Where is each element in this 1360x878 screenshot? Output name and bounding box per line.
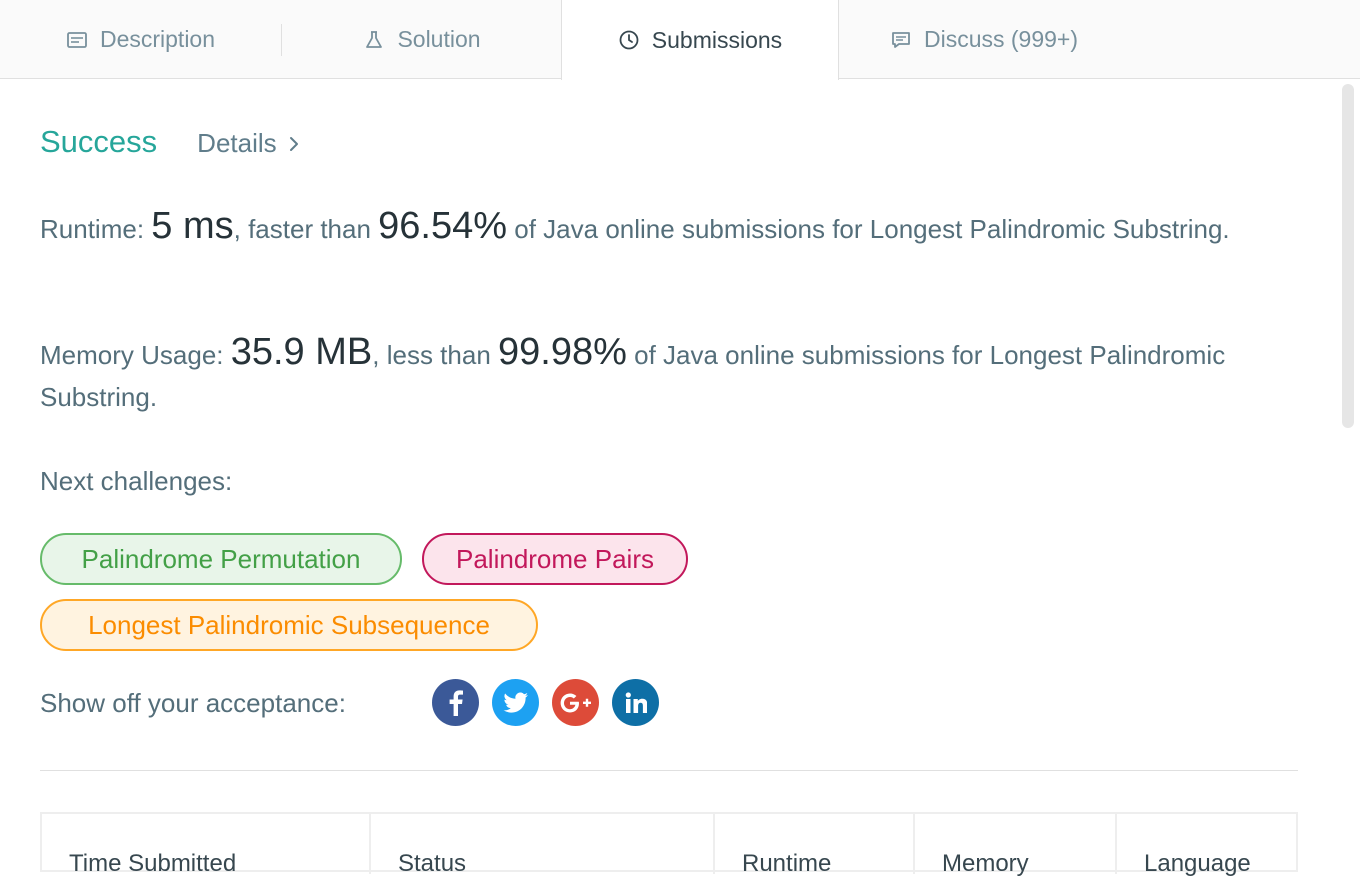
- memory-prefix: Memory Usage:: [40, 340, 231, 370]
- challenge-palindrome-permutation[interactable]: Palindrome Permutation: [40, 533, 402, 585]
- google-plus-icon[interactable]: [552, 679, 599, 726]
- clock-icon: [618, 29, 640, 51]
- submissions-table: Time Submitted Status Runtime Memory Lan…: [40, 812, 1298, 877]
- column-header-memory[interactable]: Memory: [915, 814, 1117, 877]
- divider: [40, 770, 1298, 771]
- tab-description-label: Description: [99, 26, 216, 52]
- tab-description[interactable]: Description: [0, 0, 281, 79]
- memory-percent: 99.98%: [498, 331, 627, 373]
- runtime-suffix: of Java online submissions for Longest P…: [507, 214, 1230, 244]
- linkedin-icon[interactable]: [612, 679, 659, 726]
- details-label: Details: [197, 128, 277, 158]
- twitter-icon[interactable]: [492, 679, 539, 726]
- challenge-palindrome-pairs[interactable]: Palindrome Pairs: [422, 533, 688, 585]
- memory-summary: Memory Usage: 35.9 MB, less than 99.98% …: [40, 331, 1240, 418]
- share-label: Show off your acceptance:: [40, 688, 346, 718]
- flask-icon: [363, 29, 385, 51]
- status-label: Success: [40, 124, 158, 159]
- column-header-time-submitted[interactable]: Time Submitted: [42, 814, 371, 877]
- memory-mid: , less than: [372, 340, 498, 370]
- tab-submissions-label: Submissions: [651, 26, 783, 53]
- tab-bar: Description Solution Submissions Discuss…: [0, 0, 1360, 80]
- scrollbar[interactable]: [1342, 84, 1354, 428]
- runtime-prefix: Runtime:: [40, 214, 152, 244]
- next-challenges-label: Next challenges:: [40, 466, 233, 496]
- description-icon: [66, 29, 88, 51]
- column-header-language[interactable]: Language: [1117, 814, 1298, 877]
- facebook-icon[interactable]: [432, 679, 479, 726]
- tab-solution-label: Solution: [397, 26, 481, 52]
- runtime-summary: Runtime: 5 ms, faster than 96.54% of Jav…: [40, 205, 1280, 250]
- memory-value: 35.9 MB: [230, 331, 373, 373]
- details-link[interactable]: Details: [197, 128, 298, 159]
- runtime-percent: 96.54%: [378, 205, 508, 247]
- challenge-longest-palindromic-subsequence[interactable]: Longest Palindromic Subsequence: [40, 599, 538, 651]
- column-header-runtime[interactable]: Runtime: [715, 814, 915, 877]
- tab-submissions[interactable]: Submissions: [561, 0, 839, 80]
- runtime-mid: , faster than: [233, 214, 379, 244]
- tab-discuss[interactable]: Discuss (999+): [839, 0, 1129, 79]
- comment-icon: [890, 29, 912, 51]
- runtime-value: 5 ms: [151, 205, 234, 247]
- tab-solution[interactable]: Solution: [282, 0, 562, 79]
- column-header-status[interactable]: Status: [371, 814, 715, 877]
- tab-discuss-label: Discuss (999+): [923, 26, 1079, 52]
- result-header: Success Details: [40, 124, 299, 160]
- chevron-right-icon: [289, 136, 298, 151]
